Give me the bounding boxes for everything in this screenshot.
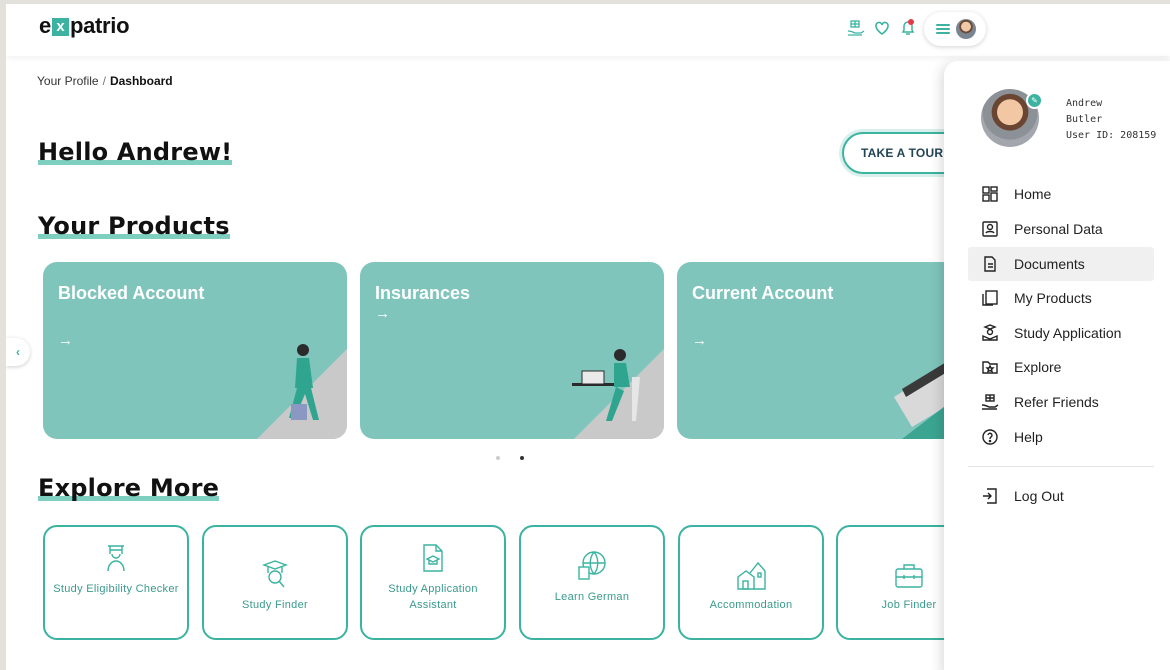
- id-card-icon: [981, 220, 999, 238]
- page: e x patrio Your Profile / Dashboard Hello An…: [6, 4, 1170, 670]
- arrow-right-icon: →: [375, 305, 390, 322]
- menu-item-log-out[interactable]: Log Out: [968, 479, 1154, 513]
- tile-study-finder[interactable]: Study Finder: [202, 525, 348, 640]
- breadcrumb: Your Profile / Dashboard: [37, 74, 173, 88]
- menu-item-label: Log Out: [1014, 488, 1064, 504]
- menu-item-label: Help: [1014, 429, 1043, 445]
- product-card-current-account[interactable]: Current Account →: [677, 262, 957, 439]
- profile-user-id: User ID: 208159: [1066, 130, 1157, 141]
- tile-accommodation[interactable]: Accommodation: [678, 525, 824, 640]
- avatar: [956, 19, 976, 39]
- explore-more-heading: Explore More: [38, 474, 220, 502]
- top-header: e x patrio: [6, 4, 1170, 56]
- tile-label: Study Finder: [242, 599, 308, 611]
- product-card-label: Blocked Account: [58, 283, 205, 303]
- menu-item-documents[interactable]: Documents: [968, 247, 1154, 281]
- arrow-right-icon: →: [692, 332, 707, 349]
- edit-pencil-icon[interactable]: ✎: [1026, 92, 1043, 109]
- houses-icon: [680, 559, 822, 595]
- carousel-dot-active[interactable]: [520, 456, 524, 460]
- menu-item-home[interactable]: Home: [968, 177, 1154, 211]
- breadcrumb-current: Dashboard: [109, 74, 173, 88]
- help-circle-icon: [981, 428, 999, 446]
- breadcrumb-parent[interactable]: Your Profile: [37, 74, 99, 88]
- account-side-menu: ✎ Andrew Butler User ID: 208159 Home Per…: [944, 61, 1170, 670]
- documents-cap-icon: [362, 541, 504, 577]
- tile-label: Learn German: [554, 591, 630, 603]
- copy-icon: [981, 289, 999, 307]
- gift-hand-icon: [981, 393, 999, 411]
- your-products-heading: Your Products: [38, 212, 230, 240]
- menu-item-label: Explore: [1014, 359, 1062, 375]
- account-menu-button[interactable]: [924, 12, 986, 46]
- profile-info: Andrew Butler User ID: 208159: [1066, 96, 1156, 144]
- tile-learn-german[interactable]: Learn German: [519, 525, 665, 640]
- menu-item-refer-friends[interactable]: Refer Friends: [968, 385, 1154, 419]
- product-card-label: Insurances: [375, 283, 471, 303]
- document-icon: [981, 255, 999, 273]
- menu-item-label: Study Application: [1014, 325, 1122, 341]
- expatrio-logo[interactable]: e x patrio: [39, 13, 130, 39]
- product-card-blocked-account[interactable]: Blocked Account →: [43, 262, 347, 439]
- product-card-label: Current Account: [692, 283, 834, 303]
- menu-item-label: My Products: [1014, 290, 1092, 306]
- menu-item-help[interactable]: Help: [968, 420, 1154, 454]
- hamburger-icon: [936, 24, 950, 34]
- menu-divider: [968, 466, 1154, 467]
- globe-book-icon: [521, 549, 663, 585]
- tile-label: Study Eligibility Checker: [53, 583, 179, 595]
- carousel-pagination: [496, 447, 544, 465]
- menu-item-label: Documents: [1014, 256, 1085, 272]
- menu-item-label: Refer Friends: [1014, 394, 1099, 410]
- menu-item-label: Home: [1014, 186, 1052, 202]
- menu-item-explore[interactable]: Explore: [968, 350, 1154, 384]
- menu-item-study-application[interactable]: Study Application: [968, 316, 1154, 350]
- arrow-right-icon: →: [58, 332, 73, 349]
- profile-first-name: Andrew: [1066, 98, 1103, 109]
- tile-label: Study Application Assistant: [388, 583, 478, 611]
- greeting-heading: Hello Andrew!: [38, 138, 233, 166]
- menu-item-my-products[interactable]: My Products: [968, 281, 1154, 315]
- tile-study-application-assistant[interactable]: Study Application Assistant: [360, 525, 506, 640]
- log-out-icon: [981, 487, 999, 505]
- bell-icon[interactable]: [898, 18, 918, 38]
- carousel-prev-button[interactable]: ‹: [6, 338, 30, 366]
- person-laptop-illustration: [572, 349, 640, 421]
- menu-item-label: Personal Data: [1014, 221, 1103, 237]
- graduate-person-icon: [45, 541, 187, 577]
- folder-star-icon: [981, 358, 999, 376]
- graduation-person-icon: [981, 324, 999, 342]
- heart-icon[interactable]: [872, 18, 892, 38]
- grid-icon: [981, 185, 999, 203]
- graduation-cap-search-icon: [204, 557, 346, 593]
- profile-last-name: Butler: [1066, 114, 1103, 125]
- carousel-dot[interactable]: [496, 456, 500, 460]
- menu-item-personal-data[interactable]: Personal Data: [968, 212, 1154, 246]
- product-card-insurances[interactable]: Insurances →: [360, 262, 664, 439]
- refer-gift-icon[interactable]: [846, 18, 866, 38]
- person-walking-illustration: [289, 344, 319, 420]
- tile-study-eligibility-checker[interactable]: Study Eligibility Checker: [43, 525, 189, 640]
- tile-label: Accommodation: [709, 599, 793, 611]
